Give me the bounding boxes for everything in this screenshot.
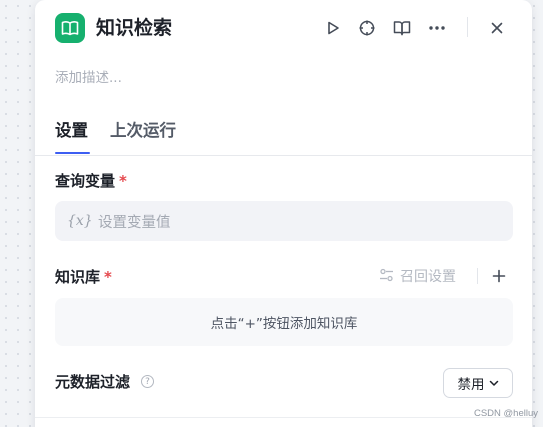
knowledge-base-empty-hint: 点击“+”按钮添加知识库 xyxy=(55,298,513,346)
play-icon[interactable] xyxy=(321,16,345,40)
crosshair-icon[interactable] xyxy=(355,16,379,40)
required-mark: * xyxy=(119,172,127,190)
recall-settings-button[interactable]: 召回设置 xyxy=(379,265,456,287)
node-title[interactable]: 知识检索 xyxy=(96,14,172,42)
active-tab-indicator xyxy=(55,152,90,154)
variable-icon: {x} xyxy=(67,213,93,229)
knowledge-retrieval-panel: 知识检索 添加描述... 设置 上次运行 查询变量 * {x} 设置变量值 知识… xyxy=(35,0,532,427)
tab-last-run[interactable]: 上次运行 xyxy=(110,118,176,144)
tabs-divider xyxy=(35,155,532,156)
tab-settings[interactable]: 设置 xyxy=(55,118,88,144)
watermark: CSDN @helluy xyxy=(473,408,538,419)
description-input[interactable]: 添加描述... xyxy=(55,66,122,86)
query-variable-label-text: 查询变量 xyxy=(55,172,116,190)
more-horizontal-icon[interactable] xyxy=(425,16,449,40)
knowledge-base-label: 知识库 * xyxy=(55,266,112,288)
knowledge-base-label-text: 知识库 xyxy=(55,268,101,286)
sliders-icon xyxy=(379,267,394,286)
question-circle-icon[interactable]: ? xyxy=(141,375,154,388)
required-mark: * xyxy=(104,268,112,286)
metadata-filter-label: 元数据过滤 xyxy=(55,373,131,391)
header-divider xyxy=(467,17,468,37)
book-open-icon[interactable] xyxy=(390,16,414,40)
book-icon xyxy=(55,13,85,43)
section-divider xyxy=(35,417,532,418)
close-icon[interactable] xyxy=(485,16,509,40)
knowledge-base-divider xyxy=(477,268,478,284)
query-variable-placeholder: 设置变量值 xyxy=(98,214,171,231)
panel-header: 知识检索 xyxy=(35,0,532,56)
metadata-filter-value: 禁用 xyxy=(457,377,485,393)
recall-settings-label: 召回设置 xyxy=(400,269,456,285)
chevron-down-icon xyxy=(489,380,499,387)
plus-icon[interactable] xyxy=(487,264,511,288)
metadata-filter-select[interactable]: 禁用 xyxy=(443,368,513,398)
query-variable-label: 查询变量 * xyxy=(55,170,127,192)
query-variable-input[interactable]: {x} 设置变量值 xyxy=(55,201,513,241)
